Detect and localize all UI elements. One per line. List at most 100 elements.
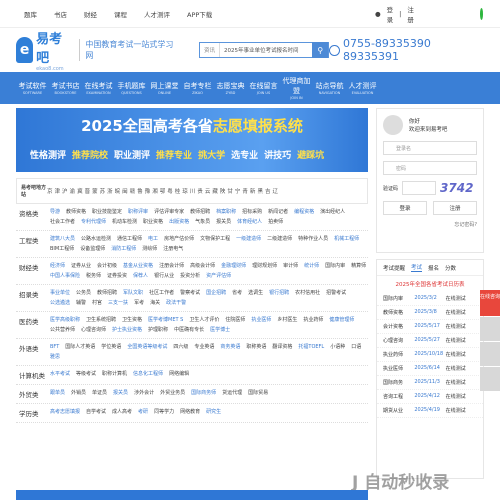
region-link[interactable]: 琼 bbox=[182, 187, 188, 195]
category-link[interactable]: 外贸业务员 bbox=[160, 389, 185, 399]
category-link[interactable]: 农村信用社 bbox=[295, 289, 320, 297]
category-name[interactable]: 外语类 bbox=[16, 343, 50, 361]
login-link[interactable]: 登录 bbox=[387, 4, 394, 24]
category-link[interactable]: 银行招聘 bbox=[269, 289, 289, 297]
category-link[interactable]: 公路水运检测 bbox=[81, 235, 111, 243]
category-link[interactable]: 金融理财师 bbox=[221, 262, 246, 270]
tab-exam[interactable]: 考试 bbox=[411, 263, 423, 272]
category-link[interactable]: 通信工程师 bbox=[117, 235, 142, 243]
gaokao-banner[interactable]: 2025全国高考各省志愿填报系统 性格测评 推荐院校 职业测评 推荐专业 挑大学 选专业讲… bbox=[16, 108, 368, 172]
category-link[interactable]: 口语 bbox=[351, 343, 361, 351]
category-link[interactable]: 招警考试 bbox=[326, 289, 346, 297]
exam-test-link[interactable]: 在线测试 bbox=[446, 365, 477, 372]
category-link[interactable]: 职业资格 bbox=[143, 218, 163, 226]
password-field[interactable]: 密码 bbox=[383, 161, 477, 175]
category-link[interactable]: 医学高级职称 bbox=[50, 316, 80, 324]
category-link[interactable]: 投资分析 bbox=[180, 272, 200, 280]
category-link[interactable]: 演出经纪人 bbox=[320, 208, 345, 216]
category-link[interactable]: 专业英语 bbox=[194, 343, 214, 351]
logo[interactable]: e 易考吧 ekao8.com 中国教育考试一站式学习网 bbox=[16, 28, 177, 72]
category-name[interactable]: 财经类 bbox=[16, 262, 50, 280]
top-link-tiku[interactable]: 题库 bbox=[24, 9, 37, 19]
category-link[interactable]: 护士执业资格 bbox=[112, 326, 142, 334]
region-link[interactable]: 陕 bbox=[220, 187, 226, 195]
category-link[interactable]: 体育经纪人 bbox=[237, 218, 262, 226]
category-link[interactable]: 小语种 bbox=[330, 343, 345, 351]
category-name[interactable]: 外贸类 bbox=[16, 389, 50, 399]
category-link[interactable]: 执业药师 bbox=[303, 316, 323, 324]
category-link[interactable]: 气象员 bbox=[195, 218, 210, 226]
category-name[interactable]: 医药类 bbox=[16, 316, 50, 334]
top-link-assessment[interactable]: 人才测评 bbox=[144, 9, 170, 19]
category-link[interactable]: 考研 bbox=[138, 408, 148, 418]
category-link[interactable]: 海关 bbox=[150, 299, 160, 307]
tab-score[interactable]: 分数 bbox=[445, 264, 456, 272]
exam-test-link[interactable]: 在线测试 bbox=[446, 295, 477, 302]
category-link[interactable]: 辅警 bbox=[76, 299, 86, 307]
category-link[interactable]: 统计师 bbox=[304, 262, 319, 270]
search-input[interactable]: 2025年事业单位考试报名时间 bbox=[220, 46, 312, 54]
category-link[interactable]: 注册会计师 bbox=[159, 262, 184, 270]
category-link[interactable]: 职称计算机 bbox=[102, 370, 127, 380]
category-link[interactable]: 四六级 bbox=[173, 343, 188, 351]
category-link[interactable]: 单证员 bbox=[92, 389, 107, 399]
top-link-bookstore[interactable]: 书店 bbox=[54, 9, 67, 19]
category-link[interactable]: 特种作业人员 bbox=[298, 235, 328, 243]
category-link[interactable]: 教师招聘 bbox=[97, 289, 117, 297]
category-link[interactable]: 拍卖师 bbox=[268, 218, 283, 226]
category-link[interactable]: 自学考试 bbox=[86, 408, 106, 418]
region-link[interactable]: 黑 bbox=[257, 187, 263, 195]
category-link[interactable]: 精算师 bbox=[351, 262, 366, 270]
exam-test-link[interactable]: 在线测试 bbox=[446, 379, 477, 386]
category-link[interactable]: 中医确有专长 bbox=[174, 326, 204, 334]
region-link[interactable]: 苏 bbox=[100, 187, 106, 195]
category-link[interactable]: 会计初级 bbox=[97, 262, 117, 270]
category-link[interactable]: 政法干警 bbox=[166, 299, 186, 307]
category-link[interactable]: 证券从业 bbox=[71, 262, 91, 270]
calendar-row[interactable]: 国际内审 2025/3/2 在线测试 bbox=[377, 292, 483, 306]
category-link[interactable]: 档案职称 bbox=[216, 208, 236, 216]
region-link[interactable]: 粤 bbox=[167, 187, 173, 195]
category-link[interactable]: 三支一扶 bbox=[108, 299, 128, 307]
calendar-row[interactable]: 会计资格 2025/5/17 在线测试 bbox=[377, 320, 483, 334]
top-link-course[interactable]: 课程 bbox=[114, 9, 127, 19]
exam-test-link[interactable]: 在线测试 bbox=[446, 393, 477, 400]
category-link[interactable]: 导游 bbox=[50, 208, 60, 216]
category-link[interactable]: 水平考试 bbox=[50, 370, 70, 380]
tab-signup[interactable]: 报名 bbox=[428, 264, 439, 272]
region-link[interactable]: 辽 bbox=[272, 187, 278, 195]
category-link[interactable]: 银行从业 bbox=[154, 272, 174, 280]
calendar-row[interactable]: 执业医师 2025/6/14 在线测试 bbox=[377, 362, 483, 376]
nav-item[interactable]: 手机题库 QUESTIONS bbox=[115, 72, 148, 104]
captcha-input[interactable] bbox=[402, 181, 437, 195]
category-link[interactable]: 国际内审 bbox=[325, 262, 345, 270]
category-link[interactable]: 涉外会计 bbox=[134, 389, 154, 399]
nav-item[interactable]: 在线留言 JOIN US bbox=[247, 72, 280, 104]
category-link[interactable]: 教师招聘 bbox=[190, 208, 210, 216]
category-link[interactable]: 卫生人才评价 bbox=[189, 316, 219, 324]
region-link[interactable]: 云 bbox=[205, 187, 211, 195]
category-link[interactable]: 基金从业资格 bbox=[123, 262, 153, 270]
category-link[interactable]: 出版资格 bbox=[169, 218, 189, 226]
category-link[interactable]: 乡村医生 bbox=[277, 316, 297, 324]
category-link[interactable]: 护理职称 bbox=[148, 326, 168, 334]
category-link[interactable]: 房地产估价师 bbox=[164, 235, 194, 243]
category-link[interactable]: 医学博士 bbox=[210, 326, 230, 334]
region-link[interactable]: 皖 bbox=[115, 187, 121, 195]
category-link[interactable]: 资产评估师 bbox=[206, 272, 231, 280]
category-link[interactable]: 公共营养师 bbox=[50, 326, 75, 334]
category-link[interactable]: 职业技能鉴定 bbox=[92, 208, 122, 216]
category-link[interactable]: 国际贸易 bbox=[248, 389, 268, 399]
category-link[interactable]: 文物保护工程 bbox=[200, 235, 230, 243]
region-link[interactable]: 晋 bbox=[85, 187, 91, 195]
nav-item[interactable]: 人才测评 EVALUATION bbox=[346, 72, 379, 104]
category-link[interactable]: 税务师 bbox=[86, 272, 101, 280]
category-link[interactable]: 国际商务师 bbox=[191, 389, 216, 399]
category-name[interactable]: 学历类 bbox=[16, 408, 50, 418]
online-consult-button[interactable]: 在线咨询 bbox=[480, 290, 500, 316]
category-name[interactable]: 计算机类 bbox=[16, 370, 50, 380]
category-name[interactable]: 招录类 bbox=[16, 289, 50, 307]
category-link[interactable]: 军队文职 bbox=[123, 289, 143, 297]
category-link[interactable]: 警察考试 bbox=[180, 289, 200, 297]
region-link[interactable]: 冀 bbox=[77, 187, 83, 195]
